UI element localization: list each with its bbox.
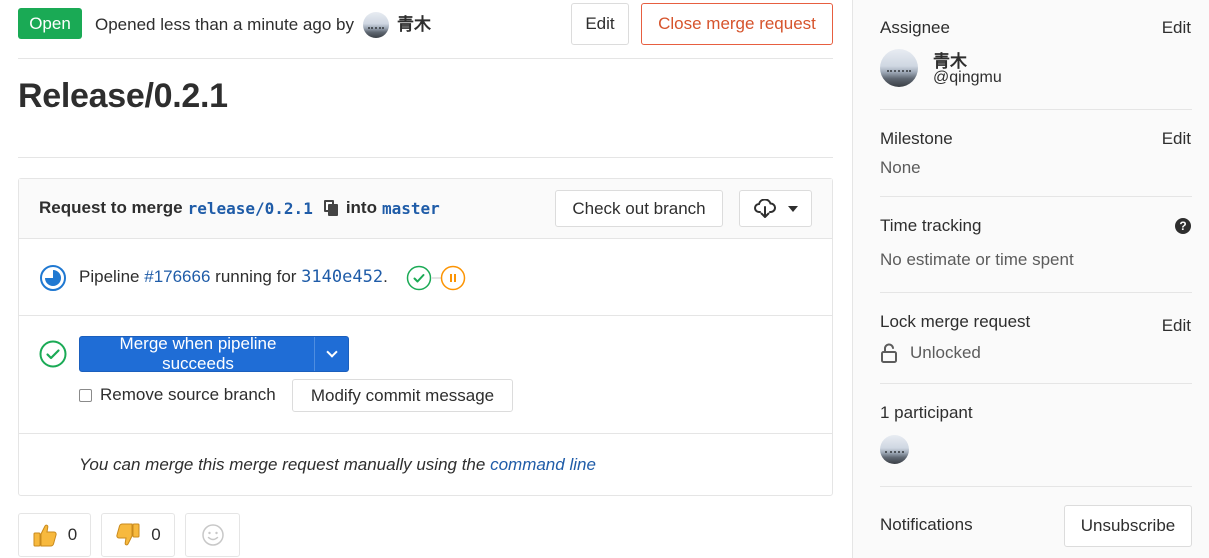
remove-source-branch[interactable]: Remove source branch <box>79 385 276 405</box>
lock-edit-link[interactable]: Edit <box>1162 316 1191 336</box>
merge-widget-header: Request to merge release/0.2.1 into mast… <box>19 179 832 239</box>
edit-button[interactable]: Edit <box>571 3 629 45</box>
divider <box>880 109 1192 110</box>
assignee-avatar[interactable] <box>880 49 918 87</box>
source-branch[interactable]: release/0.2.1 <box>188 199 313 218</box>
award-thumbsdown-button[interactable]: 0 <box>101 513 175 557</box>
opened-text: Opened less than a minute ago by <box>95 15 354 34</box>
unsubscribe-button[interactable]: Unsubscribe <box>1064 505 1192 547</box>
divider <box>880 486 1192 487</box>
question-circle-icon[interactable]: ? <box>1175 218 1191 234</box>
milestone-value: None <box>880 158 921 177</box>
thumbs-up-icon <box>33 524 57 547</box>
assignee-edit-link[interactable]: Edit <box>1162 18 1191 38</box>
merge-request-main: Open Opened less than a minute ago by 青木… <box>0 0 852 558</box>
author-avatar[interactable] <box>362 12 389 38</box>
lock-value: Unlocked <box>910 343 981 362</box>
divider <box>880 383 1192 384</box>
merge-button-label: Merge when pipeline succeeds <box>119 334 277 373</box>
merge-row: Merge when pipeline succeeds Remove sour… <box>19 316 832 434</box>
participants-label: 1 participant <box>880 403 973 422</box>
request-prefix: Request to merge <box>39 198 183 217</box>
stage-paused-icon[interactable] <box>440 265 466 291</box>
cloud-download-icon <box>753 198 776 218</box>
stage-passed-icon[interactable] <box>406 265 432 291</box>
lock-open-icon <box>881 343 897 363</box>
participant-avatar[interactable] <box>880 435 909 464</box>
close-merge-request-button[interactable]: Close merge request <box>641 3 833 45</box>
right-sidebar: Assignee Edit 青木 @qingmu Milestone Edit … <box>852 0 1209 558</box>
merge-request-branches: Request to merge release/0.2.1 into mast… <box>39 198 445 218</box>
download-dropdown-button[interactable] <box>739 190 812 227</box>
thumbsdown-count: 0 <box>151 525 161 544</box>
time-tracking-value: No estimate or time spent <box>880 250 1074 269</box>
opened-info: Opened less than a minute ago by 青木 <box>95 12 431 38</box>
modify-commit-message-button[interactable]: Modify commit message <box>292 379 513 412</box>
add-reaction-button[interactable] <box>185 513 240 557</box>
target-branch[interactable]: master <box>382 199 440 218</box>
remove-source-branch-checkbox[interactable] <box>79 388 92 402</box>
check-out-branch-button[interactable]: Check out branch <box>555 190 723 227</box>
command-line-link[interactable]: command line <box>490 455 596 474</box>
divider <box>18 58 833 59</box>
check-circle-icon <box>39 340 67 368</box>
page-title: Release/0.2.1 <box>18 77 228 115</box>
manual-merge-text: You can merge this merge request manuall… <box>79 455 486 474</box>
commit-link[interactable]: 3140e452 <box>301 267 383 287</box>
thumbs-down-icon <box>116 523 140 546</box>
chevron-down-icon <box>325 346 338 358</box>
pipeline-prefix: Pipeline <box>79 267 140 286</box>
merge-when-pipeline-succeeds-button[interactable]: Merge when pipeline succeeds <box>79 334 349 373</box>
chevron-down-icon <box>787 205 798 212</box>
milestone-edit-link[interactable]: Edit <box>1162 129 1191 149</box>
assignee-username: @qingmu <box>933 69 1002 86</box>
smiley-icon <box>201 524 224 546</box>
status-badge: Open <box>18 8 82 39</box>
milestone-label: Milestone <box>880 129 953 148</box>
notifications-label: Notifications <box>880 515 973 534</box>
pipeline-link[interactable]: #176666 <box>144 267 210 287</box>
pipeline-text: Pipeline #176666 running for 3140e452. <box>79 267 388 287</box>
time-tracking-label: Time tracking <box>880 216 982 235</box>
thumbsup-count: 0 <box>67 525 78 544</box>
copy-icon[interactable] <box>323 200 338 216</box>
divider <box>880 196 1192 197</box>
pipeline-running-icon[interactable] <box>39 264 67 292</box>
pipeline-middle: running for <box>215 267 297 286</box>
manual-merge-hint: You can merge this merge request manuall… <box>79 455 596 475</box>
lock-label: Lock merge request <box>880 312 1031 331</box>
merge-widget: Request to merge release/0.2.1 into mast… <box>18 178 833 496</box>
award-thumbsup-button[interactable]: 0 <box>18 513 91 557</box>
remove-source-branch-label[interactable]: Remove source branch <box>100 385 276 405</box>
pipeline-row: Pipeline #176666 running for 3140e452. <box>19 239 832 316</box>
divider <box>880 292 1192 293</box>
assignee-label: Assignee <box>880 18 950 37</box>
into-text: into <box>345 198 377 217</box>
pipeline-suffix: . <box>383 267 388 286</box>
divider <box>18 157 833 158</box>
merge-options-toggle[interactable] <box>314 337 348 371</box>
author-name[interactable]: 青木 <box>397 14 431 36</box>
